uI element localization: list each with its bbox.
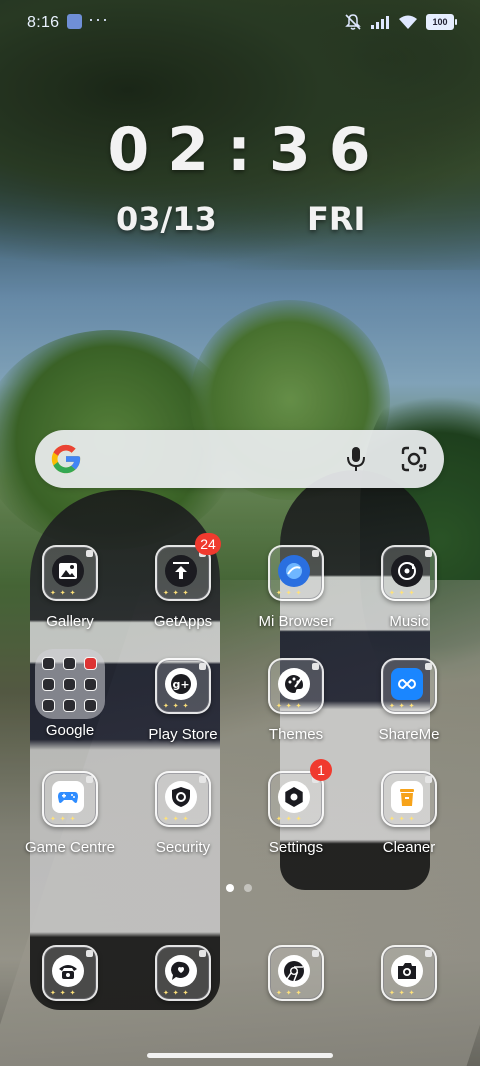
battery-icon: 100: [426, 14, 457, 30]
play-store-icon: g+ ✦ ✦ ✦: [155, 658, 211, 714]
app-label: Gallery: [46, 613, 94, 630]
app-label: Mi Browser: [258, 613, 334, 630]
browser-icon: ✦ ✦ ✦: [268, 545, 324, 601]
app-notification-icon: [67, 14, 82, 29]
dock-camera[interactable]: ✦ ✦ ✦: [354, 945, 464, 1001]
shareme-icon: ✦ ✦ ✦: [381, 658, 437, 714]
dock-phone[interactable]: ✦ ✦ ✦: [15, 945, 125, 1001]
page-dot[interactable]: [244, 884, 252, 892]
gesture-navigation-bar[interactable]: [147, 1053, 333, 1058]
app-music[interactable]: ✦ ✦ ✦ Music: [354, 545, 464, 630]
google-lens-icon[interactable]: [400, 445, 428, 473]
page-dot-active[interactable]: [226, 884, 234, 892]
mute-icon: [345, 14, 361, 30]
music-icon: ✦ ✦ ✦: [381, 545, 437, 601]
app-cleaner[interactable]: ✦ ✦ ✦ Cleaner: [354, 771, 464, 856]
signal-icon: [371, 16, 389, 29]
app-label: Cleaner: [382, 839, 436, 856]
app-mi-browser[interactable]: ✦ ✦ ✦ Mi Browser: [241, 545, 351, 630]
app-label: GetApps: [153, 613, 213, 630]
status-time: 8:16: [27, 14, 60, 31]
notification-badge: 24: [195, 533, 221, 555]
app-settings[interactable]: ✦ ✦ ✦ 1 Settings: [241, 759, 351, 856]
svg-text:g+: g+: [172, 678, 189, 691]
security-shield-icon: ✦ ✦ ✦: [155, 771, 211, 827]
microphone-icon[interactable]: [343, 445, 369, 473]
gallery-icon: ✦ ✦ ✦: [42, 545, 98, 601]
notification-badge: 1: [310, 759, 332, 781]
gamepad-icon: ✦ ✦ ✦: [42, 771, 98, 827]
app-shareme[interactable]: ✦ ✦ ✦ ShareMe: [354, 658, 464, 743]
app-label: Settings: [268, 839, 324, 856]
google-search-bar[interactable]: [35, 430, 444, 488]
app-label: Music: [389, 613, 429, 630]
app-gallery[interactable]: ✦ ✦ ✦ Gallery: [15, 545, 125, 630]
app-label: Security: [155, 839, 211, 856]
more-notifications-icon: ···: [88, 9, 109, 29]
themes-palette-icon: ✦ ✦ ✦: [268, 658, 324, 714]
app-label: Themes: [268, 726, 324, 743]
messages-icon: ✦ ✦ ✦: [155, 945, 211, 1001]
clock-date[interactable]: 03/13: [116, 200, 217, 238]
folder-google[interactable]: Google: [15, 649, 125, 739]
app-label: Play Store: [148, 726, 218, 743]
google-logo-icon: [51, 444, 81, 474]
app-themes[interactable]: ✦ ✦ ✦ Themes: [241, 658, 351, 743]
app-getapps[interactable]: ✦ ✦ ✦ 24 GetApps: [128, 533, 238, 630]
clock-day[interactable]: FRI: [307, 200, 365, 238]
app-label: Game Centre: [24, 839, 116, 856]
chrome-icon: ✦ ✦ ✦: [268, 945, 324, 1001]
trash-cleaner-icon: ✦ ✦ ✦: [381, 771, 437, 827]
clock-time[interactable]: 02:36: [0, 115, 480, 185]
getapps-icon: ✦ ✦ ✦ 24: [155, 533, 221, 601]
settings-gear-icon: ✦ ✦ ✦ 1: [268, 759, 332, 827]
app-label: Google: [45, 722, 95, 739]
folder-icon: [35, 649, 105, 719]
app-game-centre[interactable]: ✦ ✦ ✦ Game Centre: [15, 771, 125, 856]
app-play-store[interactable]: g+ ✦ ✦ ✦ Play Store: [128, 658, 238, 743]
status-bar: 8:16 ··· 100: [0, 0, 480, 46]
app-label: ShareMe: [378, 726, 440, 743]
wifi-icon: [399, 15, 417, 29]
dock-messages[interactable]: ✦ ✦ ✦: [128, 945, 238, 1001]
dock-chrome[interactable]: ✦ ✦ ✦: [241, 945, 351, 1001]
phone-icon: ✦ ✦ ✦: [42, 945, 98, 1001]
app-security[interactable]: ✦ ✦ ✦ Security: [128, 771, 238, 856]
page-indicator: [226, 884, 252, 892]
camera-icon: ✦ ✦ ✦: [381, 945, 437, 1001]
